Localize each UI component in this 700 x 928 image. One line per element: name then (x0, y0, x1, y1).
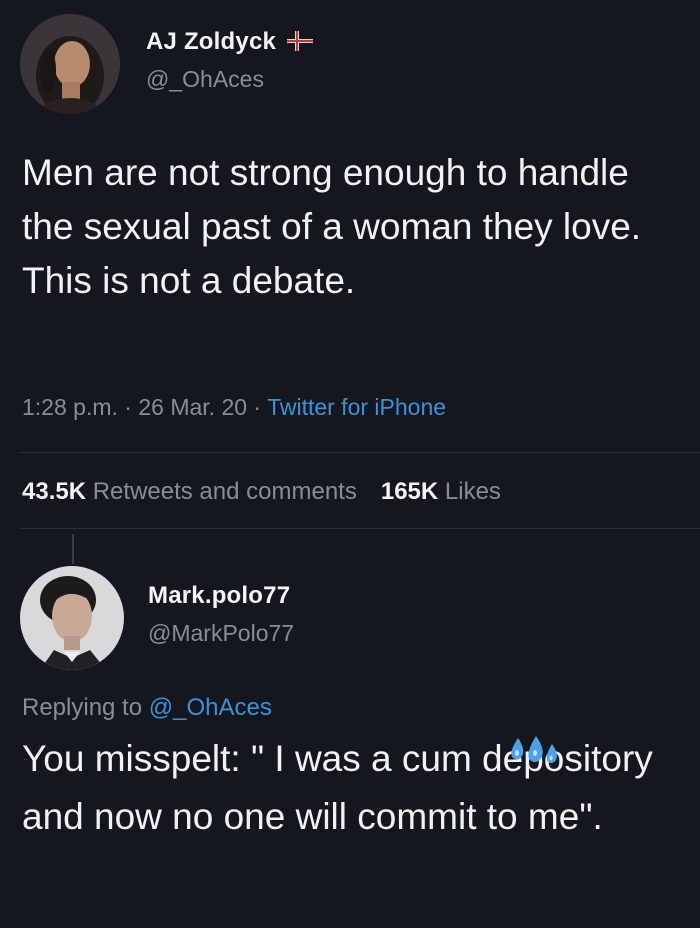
likes-count: 165K (380, 478, 439, 505)
likes-stat[interactable]: 165K Likes (381, 478, 501, 505)
author-name[interactable]: AJ Zoldyck (146, 28, 276, 55)
tweet-stats: 43.5K Retweets and comments 165K Likes (22, 478, 501, 506)
reply-avatar[interactable] (20, 566, 124, 670)
meta-separator: · (124, 394, 139, 420)
tweet-time[interactable]: 1:28 p.m. (22, 394, 118, 420)
divider (20, 452, 700, 453)
tweet-header: AJ Zoldyck @_OhAces (20, 14, 680, 114)
likes-label: Likes (444, 478, 501, 505)
reply-text: You misspelt: " I was a cum depository a… (22, 738, 653, 837)
replying-prefix: Replying to (22, 694, 143, 721)
author-handle[interactable]: @_OhAces (146, 66, 313, 93)
tweet-text: Men are not strong enough to handle the … (22, 152, 642, 301)
tweet-meta: 1:28 p.m. · 26 Mar. 20 · Twitter for iPh… (22, 394, 446, 421)
reply-author-info: Mark.polo77 @MarkPolo77 (148, 582, 294, 647)
replying-to: Replying to @_OhAces (22, 694, 272, 722)
tweet-source[interactable]: Twitter for iPhone (267, 394, 446, 420)
avatar[interactable] (20, 14, 120, 114)
reply-author-handle[interactable]: @MarkPolo77 (148, 620, 294, 647)
tweet-date[interactable]: 26 Mar. 20 (138, 394, 247, 420)
meta-separator: · (253, 394, 268, 420)
replying-mention[interactable]: @_OhAces (149, 694, 272, 721)
flag-icon (286, 31, 313, 56)
retweets-stat[interactable]: 43.5K Retweets and comments (22, 478, 357, 505)
divider (20, 528, 700, 529)
retweets-label: Retweets and comments (92, 478, 357, 505)
reply-header: Mark.polo77 @MarkPolo77 (20, 566, 680, 670)
author-info: AJ Zoldyck @_OhAces (146, 28, 313, 93)
retweets-count: 43.5K (22, 478, 87, 505)
thread-line (72, 534, 74, 564)
reply-author-name[interactable]: Mark.polo77 (148, 582, 294, 610)
sweat-droplets-icon (508, 734, 562, 773)
